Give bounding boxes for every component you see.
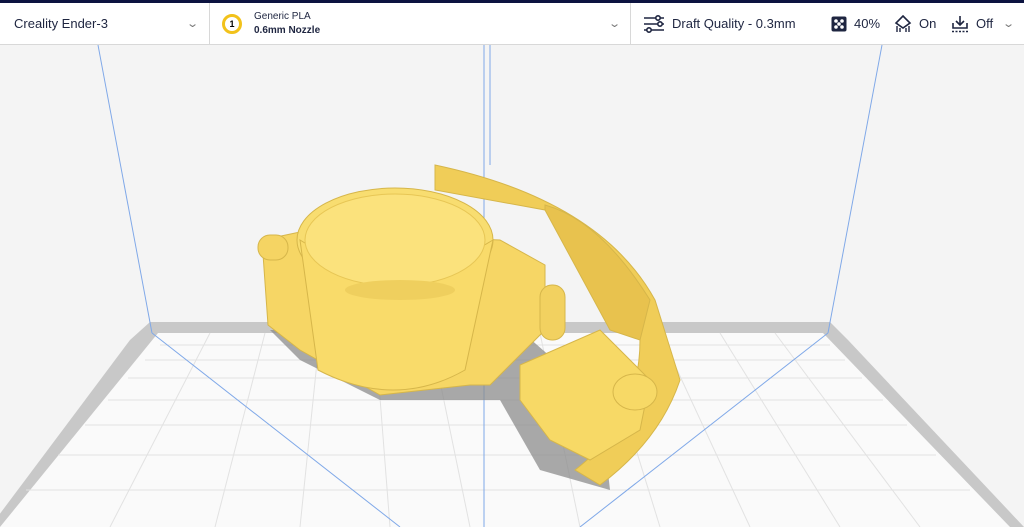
adhesion-icon: [952, 15, 968, 32]
printer-name: Creality Ender-3: [14, 16, 108, 31]
infill-icon: [831, 16, 847, 31]
adhesion-value: Off: [976, 16, 994, 31]
chevron-down-icon: ⌄: [186, 18, 200, 30]
profile-label: Draft Quality - 0.3mm: [672, 16, 796, 31]
printer-selector[interactable]: Creality Ender-3 ⌄: [0, 3, 210, 44]
support-value: On: [919, 16, 937, 31]
chevron-down-icon: ⌄: [1002, 18, 1016, 30]
print-settings-selector[interactable]: Draft Quality - 0.3mm 40% On Off ⌄: [631, 3, 1024, 44]
3d-viewport[interactable]: [0, 45, 1024, 527]
header-toolbar: Creality Ender-3 ⌄ 1 Generic PLA 0.6mm N…: [0, 3, 1024, 45]
material-name: Generic PLA: [254, 10, 311, 22]
sliders-icon: [644, 14, 664, 33]
extruder-badge-icon: 1: [222, 13, 242, 34]
material-selector[interactable]: 1 Generic PLA 0.6mm Nozzle ⌄: [210, 3, 631, 44]
support-icon: [894, 14, 912, 32]
chevron-down-icon: ⌄: [608, 18, 622, 30]
nozzle-size: 0.6mm Nozzle: [254, 24, 321, 36]
infill-value: 40%: [854, 16, 881, 31]
